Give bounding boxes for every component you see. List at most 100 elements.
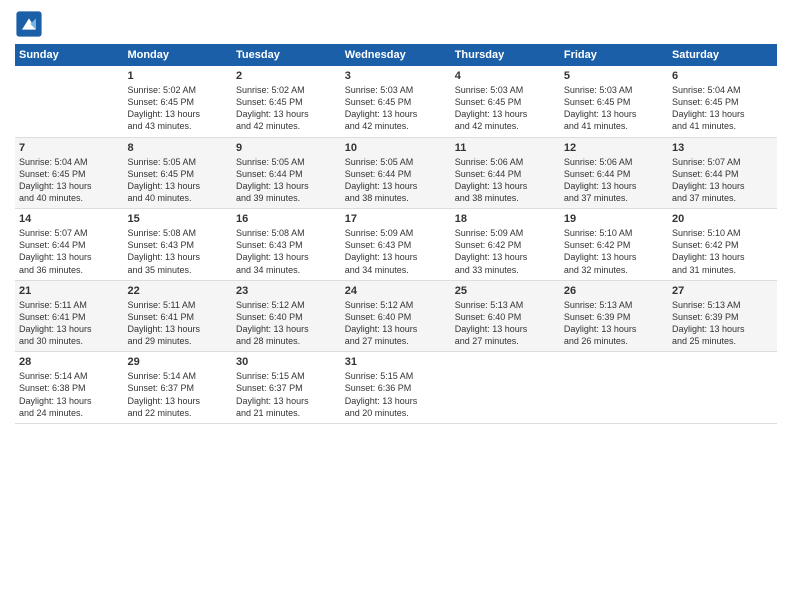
day-number: 13	[672, 142, 773, 154]
weekday-header: Sunday	[15, 44, 123, 66]
day-info: Sunrise: 5:06 AM Sunset: 6:44 PM Dayligh…	[455, 156, 556, 205]
day-info: Sunrise: 5:07 AM Sunset: 6:44 PM Dayligh…	[672, 156, 773, 205]
calendar-cell: 12 Sunrise: 5:06 AM Sunset: 6:44 PM Dayli…	[560, 137, 668, 209]
calendar-table: SundayMondayTuesdayWednesdayThursdayFrid…	[15, 44, 777, 424]
day-info: Sunrise: 5:06 AM Sunset: 6:44 PM Dayligh…	[564, 156, 664, 205]
day-info: Sunrise: 5:08 AM Sunset: 6:43 PM Dayligh…	[127, 227, 228, 276]
day-info: Sunrise: 5:13 AM Sunset: 6:39 PM Dayligh…	[564, 299, 664, 348]
day-info: Sunrise: 5:03 AM Sunset: 6:45 PM Dayligh…	[455, 84, 556, 133]
calendar-cell	[668, 352, 777, 424]
calendar-cell: 16 Sunrise: 5:08 AM Sunset: 6:43 PM Dayli…	[232, 209, 341, 281]
logo-icon	[15, 10, 43, 38]
day-info: Sunrise: 5:13 AM Sunset: 6:40 PM Dayligh…	[455, 299, 556, 348]
day-info: Sunrise: 5:02 AM Sunset: 6:45 PM Dayligh…	[236, 84, 337, 133]
day-number: 21	[19, 285, 119, 297]
calendar-cell: 19 Sunrise: 5:10 AM Sunset: 6:42 PM Dayli…	[560, 209, 668, 281]
day-number: 5	[564, 70, 664, 82]
day-info: Sunrise: 5:10 AM Sunset: 6:42 PM Dayligh…	[672, 227, 773, 276]
day-number: 25	[455, 285, 556, 297]
day-number: 11	[455, 142, 556, 154]
calendar-cell: 25 Sunrise: 5:13 AM Sunset: 6:40 PM Dayli…	[451, 280, 560, 352]
calendar-cell: 31 Sunrise: 5:15 AM Sunset: 6:36 PM Dayli…	[341, 352, 451, 424]
day-info: Sunrise: 5:07 AM Sunset: 6:44 PM Dayligh…	[19, 227, 119, 276]
day-number: 28	[19, 356, 119, 368]
day-info: Sunrise: 5:12 AM Sunset: 6:40 PM Dayligh…	[345, 299, 447, 348]
calendar-cell: 29 Sunrise: 5:14 AM Sunset: 6:37 PM Dayli…	[123, 352, 232, 424]
day-number: 12	[564, 142, 664, 154]
day-number: 31	[345, 356, 447, 368]
day-number: 23	[236, 285, 337, 297]
calendar-cell: 20 Sunrise: 5:10 AM Sunset: 6:42 PM Dayli…	[668, 209, 777, 281]
day-number: 6	[672, 70, 773, 82]
day-info: Sunrise: 5:14 AM Sunset: 6:37 PM Dayligh…	[127, 370, 228, 419]
day-info: Sunrise: 5:03 AM Sunset: 6:45 PM Dayligh…	[564, 84, 664, 133]
day-info: Sunrise: 5:08 AM Sunset: 6:43 PM Dayligh…	[236, 227, 337, 276]
calendar-cell: 2 Sunrise: 5:02 AM Sunset: 6:45 PM Daylig…	[232, 66, 341, 137]
day-number: 24	[345, 285, 447, 297]
calendar-cell: 30Sunrise: 5:15 AM Sunset: 6:37 PM Dayli…	[232, 352, 341, 424]
day-number: 1	[127, 70, 228, 82]
calendar-cell: 27 Sunrise: 5:13 AM Sunset: 6:39 PM Dayli…	[668, 280, 777, 352]
day-info: Sunrise: 5:11 AM Sunset: 6:41 PM Dayligh…	[19, 299, 119, 348]
calendar-cell	[560, 352, 668, 424]
day-number: 17	[345, 213, 447, 225]
calendar-cell: 23 Sunrise: 5:12 AM Sunset: 6:40 PM Dayli…	[232, 280, 341, 352]
calendar-cell: 17 Sunrise: 5:09 AM Sunset: 6:43 PM Dayli…	[341, 209, 451, 281]
day-number: 10	[345, 142, 447, 154]
calendar-cell: 3 Sunrise: 5:03 AM Sunset: 6:45 PM Daylig…	[341, 66, 451, 137]
day-info: Sunrise: 5:15 AM Sunset: 6:36 PM Dayligh…	[345, 370, 447, 419]
day-number: 29	[127, 356, 228, 368]
weekday-header: Tuesday	[232, 44, 341, 66]
calendar-cell: 14 Sunrise: 5:07 AM Sunset: 6:44 PM Dayli…	[15, 209, 123, 281]
day-info: Sunrise: 5:15 AM Sunset: 6:37 PM Dayligh…	[236, 370, 337, 419]
day-info: Sunrise: 5:10 AM Sunset: 6:42 PM Dayligh…	[564, 227, 664, 276]
calendar-cell: 24 Sunrise: 5:12 AM Sunset: 6:40 PM Dayli…	[341, 280, 451, 352]
day-info: Sunrise: 5:09 AM Sunset: 6:43 PM Dayligh…	[345, 227, 447, 276]
day-number: 14	[19, 213, 119, 225]
calendar-cell: 10Sunrise: 5:05 AM Sunset: 6:44 PM Dayli…	[341, 137, 451, 209]
calendar-cell: 13 Sunrise: 5:07 AM Sunset: 6:44 PM Dayli…	[668, 137, 777, 209]
calendar-week-row: 14 Sunrise: 5:07 AM Sunset: 6:44 PM Dayli…	[15, 209, 777, 281]
weekday-header: Friday	[560, 44, 668, 66]
day-info: Sunrise: 5:12 AM Sunset: 6:40 PM Dayligh…	[236, 299, 337, 348]
calendar-cell	[451, 352, 560, 424]
day-number: 4	[455, 70, 556, 82]
day-number: 9	[236, 142, 337, 154]
day-number: 18	[455, 213, 556, 225]
day-info: Sunrise: 5:13 AM Sunset: 6:39 PM Dayligh…	[672, 299, 773, 348]
day-info: Sunrise: 5:11 AM Sunset: 6:41 PM Dayligh…	[127, 299, 228, 348]
day-number: 8	[127, 142, 228, 154]
calendar-week-row: 7Sunrise: 5:04 AM Sunset: 6:45 PM Daylig…	[15, 137, 777, 209]
day-number: 15	[127, 213, 228, 225]
weekday-header: Monday	[123, 44, 232, 66]
header	[15, 10, 777, 38]
day-number: 26	[564, 285, 664, 297]
day-info: Sunrise: 5:09 AM Sunset: 6:42 PM Dayligh…	[455, 227, 556, 276]
calendar-cell: 4 Sunrise: 5:03 AM Sunset: 6:45 PM Daylig…	[451, 66, 560, 137]
day-number: 27	[672, 285, 773, 297]
weekday-header: Thursday	[451, 44, 560, 66]
day-number: 16	[236, 213, 337, 225]
calendar-cell: 8Sunrise: 5:05 AM Sunset: 6:45 PM Daylig…	[123, 137, 232, 209]
calendar-week-row: 1 Sunrise: 5:02 AM Sunset: 6:45 PM Daylig…	[15, 66, 777, 137]
calendar-cell	[15, 66, 123, 137]
calendar-cell: 11 Sunrise: 5:06 AM Sunset: 6:44 PM Dayli…	[451, 137, 560, 209]
calendar-week-row: 28Sunrise: 5:14 AM Sunset: 6:38 PM Dayli…	[15, 352, 777, 424]
weekday-header: Wednesday	[341, 44, 451, 66]
day-info: Sunrise: 5:04 AM Sunset: 6:45 PM Dayligh…	[19, 156, 119, 205]
day-info: Sunrise: 5:03 AM Sunset: 6:45 PM Dayligh…	[345, 84, 447, 133]
calendar-cell: 7Sunrise: 5:04 AM Sunset: 6:45 PM Daylig…	[15, 137, 123, 209]
calendar-cell: 22Sunrise: 5:11 AM Sunset: 6:41 PM Dayli…	[123, 280, 232, 352]
weekday-header: Saturday	[668, 44, 777, 66]
calendar-cell: 15 Sunrise: 5:08 AM Sunset: 6:43 PM Dayli…	[123, 209, 232, 281]
day-info: Sunrise: 5:02 AM Sunset: 6:45 PM Dayligh…	[127, 84, 228, 133]
logo	[15, 10, 47, 38]
page-container: SundayMondayTuesdayWednesdayThursdayFrid…	[0, 0, 792, 434]
day-number: 20	[672, 213, 773, 225]
day-number: 3	[345, 70, 447, 82]
calendar-cell: 28Sunrise: 5:14 AM Sunset: 6:38 PM Dayli…	[15, 352, 123, 424]
day-number: 19	[564, 213, 664, 225]
day-number: 2	[236, 70, 337, 82]
day-info: Sunrise: 5:04 AM Sunset: 6:45 PM Dayligh…	[672, 84, 773, 133]
day-info: Sunrise: 5:05 AM Sunset: 6:44 PM Dayligh…	[236, 156, 337, 205]
